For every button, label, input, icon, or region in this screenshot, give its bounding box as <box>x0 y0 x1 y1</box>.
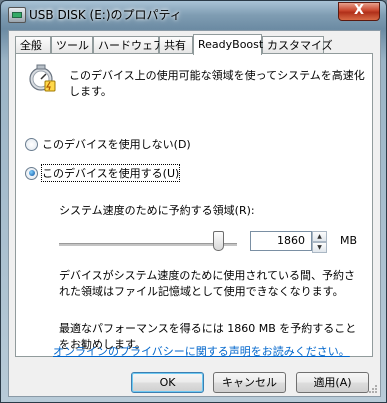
reserve-size-spinner[interactable]: ▲ ▼ <box>312 231 327 253</box>
tab-tools[interactable]: ツール <box>51 36 93 53</box>
option-enable-label[interactable]: このデバイスを使用する(U) <box>40 164 181 182</box>
privacy-link[interactable]: オンラインのプライバシーに関する声明をお読みください。 <box>53 343 350 359</box>
readyboost-panel: このデバイス上の使用可能な領域を使ってシステムを高速化します。 このデバイスを使… <box>15 53 373 357</box>
ok-button[interactable]: OK <box>131 372 204 393</box>
reserve-slider-thumb[interactable] <box>213 231 224 251</box>
unit-label: MB <box>340 234 358 247</box>
tab-customize[interactable]: カスタマイズ <box>262 36 333 53</box>
reserve-note: デバイスがシステム速度のために使用されている間、予約された領域はファイル記憶域と… <box>59 269 356 298</box>
resize-grip-icon[interactable] <box>368 384 378 394</box>
reserve-label: システム速度のために予約する領域(R): <box>59 204 255 217</box>
dialog-client: 全般 ツール ハードウェア 共有 ReadyBoost カスタマイズ このデバイ… <box>8 30 381 397</box>
option-enable-row[interactable]: このデバイスを使用する(U) <box>25 164 181 182</box>
option-disable-label[interactable]: このデバイスを使用しない(D) <box>42 136 191 152</box>
radio-disable[interactable] <box>25 137 38 151</box>
reserve-slider-track[interactable] <box>59 243 237 247</box>
window-title: USB DISK (E:)のプロパティ <box>29 8 182 22</box>
readyboost-icon <box>29 64 56 92</box>
cancel-button[interactable]: キャンセル <box>213 372 286 393</box>
apply-button[interactable]: 適用(A) <box>296 372 369 393</box>
usb-drive-icon <box>8 7 26 23</box>
radio-enable[interactable] <box>25 166 38 180</box>
spin-up-icon[interactable]: ▲ <box>312 231 327 242</box>
tab-general[interactable]: 全般 <box>15 36 51 53</box>
option-disable-row[interactable]: このデバイスを使用しない(D) <box>25 136 191 152</box>
close-button[interactable]: X <box>338 2 380 21</box>
properties-window: USB DISK (E:)のプロパティ X 全般 ツール ハードウェア 共有 R… <box>0 0 387 403</box>
tab-hardware[interactable]: ハードウェア <box>93 36 164 53</box>
readyboost-description: このデバイス上の使用可能な領域を使ってシステムを高速化します。 <box>69 69 365 98</box>
tab-sharing[interactable]: 共有 <box>159 36 193 53</box>
reserve-size-input[interactable]: 1860 <box>250 231 312 251</box>
title-bar[interactable]: USB DISK (E:)のプロパティ X <box>1 1 386 29</box>
tab-readyboost[interactable]: ReadyBoost <box>193 34 263 55</box>
spin-down-icon[interactable]: ▼ <box>312 242 327 253</box>
